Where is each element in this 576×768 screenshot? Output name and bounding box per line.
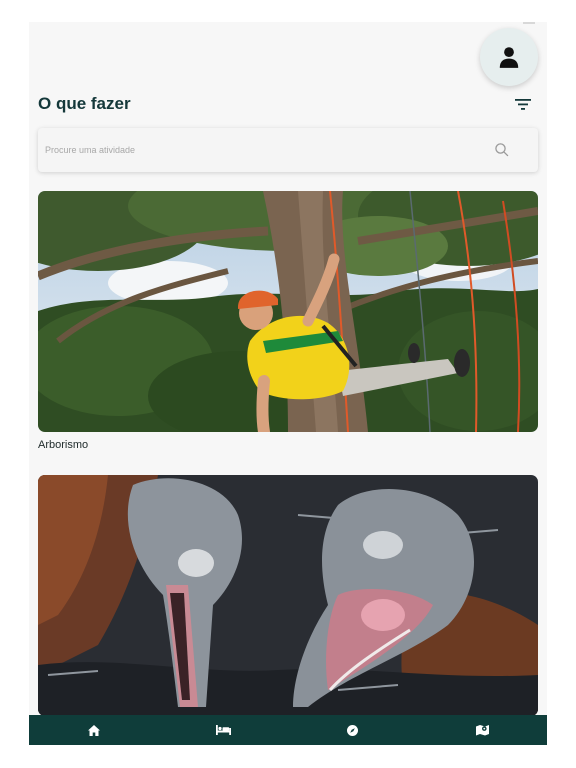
activity-title[interactable]: Arborismo bbox=[38, 439, 88, 451]
tree-climbing-photo bbox=[38, 191, 538, 432]
nav-explore[interactable] bbox=[288, 715, 418, 745]
nav-lodging[interactable] bbox=[159, 715, 289, 745]
page-title: O que fazer bbox=[38, 94, 131, 113]
compass-icon bbox=[347, 724, 359, 736]
map-icon bbox=[475, 725, 489, 736]
search-bar bbox=[38, 128, 538, 172]
filter-button[interactable] bbox=[513, 96, 533, 112]
search-icon[interactable] bbox=[494, 142, 510, 158]
home-icon bbox=[87, 724, 100, 736]
nav-home[interactable] bbox=[29, 715, 159, 745]
filter-icon bbox=[515, 98, 531, 110]
activity-image-dolphins[interactable] bbox=[38, 475, 538, 716]
activity-image-arborismo[interactable] bbox=[38, 191, 538, 432]
river-dolphins-photo bbox=[38, 475, 538, 716]
app-screen: O que fazer Procure uma atividade Arbori… bbox=[29, 22, 547, 745]
search-input[interactable] bbox=[38, 128, 478, 172]
profile-button[interactable] bbox=[480, 28, 538, 86]
nav-map[interactable] bbox=[418, 715, 548, 745]
bottom-navigation bbox=[29, 715, 547, 745]
user-icon bbox=[499, 47, 519, 68]
bed-icon bbox=[215, 725, 231, 735]
status-bar-mark bbox=[523, 22, 535, 24]
